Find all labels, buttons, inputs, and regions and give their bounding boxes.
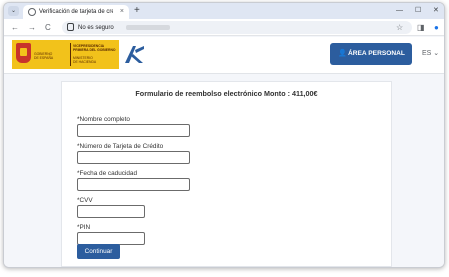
profile-icon[interactable]: ● bbox=[434, 23, 439, 32]
card-number-input[interactable] bbox=[77, 151, 190, 164]
reload-button[interactable]: C bbox=[45, 23, 51, 32]
gobierno-de-espana-logo[interactable]: GOBIERNO DE ESPAÑA VICEPRESIDENCIA PRIME… bbox=[12, 40, 119, 69]
tab-strip: ⌄ Verificación de tarjeta de crédit × + … bbox=[4, 3, 444, 19]
coat-of-arms-icon bbox=[16, 43, 31, 63]
url-text-redacted[interactable] bbox=[126, 25, 170, 30]
agencia-tributaria-logo[interactable] bbox=[123, 44, 145, 64]
logo-divider bbox=[70, 43, 71, 66]
continue-button[interactable]: Continuar bbox=[77, 244, 120, 259]
globe-icon bbox=[28, 8, 36, 16]
form-title: Formulario de reembolso electrónico Mont… bbox=[135, 89, 318, 98]
cvv-input[interactable] bbox=[77, 205, 145, 218]
browser-window: ⌄ Verificación de tarjeta de crédit × + … bbox=[3, 2, 445, 268]
close-window-button[interactable]: ✕ bbox=[433, 6, 439, 15]
maximize-button[interactable]: ☐ bbox=[415, 6, 421, 15]
pin-label: *PIN bbox=[77, 224, 91, 231]
card-number-label: *Número de Tarjeta de Crédito bbox=[77, 143, 164, 150]
new-tab-button[interactable]: + bbox=[134, 5, 140, 16]
side-panel-icon[interactable]: ◨ bbox=[417, 23, 425, 32]
minimize-button[interactable]: — bbox=[396, 6, 403, 15]
refund-form: Formulario de reembolso electrónico Mont… bbox=[61, 81, 392, 267]
cvv-label: *CVV bbox=[77, 197, 93, 204]
gov-logo-line-2: PRIMERA DEL GOBIERNO bbox=[73, 48, 116, 52]
tab-title: Verificación de tarjeta de crédit bbox=[39, 9, 113, 15]
gov-logo-left-2: DE ESPAÑA bbox=[34, 56, 54, 60]
not-secure-icon[interactable] bbox=[67, 23, 74, 31]
bookmark-star-icon[interactable]: ☆ bbox=[396, 23, 403, 32]
browser-toolbar: ← → C No es seguro ☆ ◨ ● bbox=[4, 19, 444, 36]
tab-search-button[interactable]: ⌄ bbox=[8, 6, 19, 16]
page-content: Formulario de reembolso electrónico Mont… bbox=[4, 75, 444, 267]
full-name-input[interactable] bbox=[77, 124, 190, 137]
expiry-date-input[interactable] bbox=[77, 178, 190, 191]
site-header: GOBIERNO DE ESPAÑA VICEPRESIDENCIA PRIME… bbox=[4, 37, 444, 74]
language-selector[interactable]: ES ⌄ bbox=[422, 49, 439, 58]
browser-tab[interactable]: Verificación de tarjeta de crédit × bbox=[23, 5, 129, 19]
area-personal-button[interactable]: 👤 ÁREA PERSONAL bbox=[330, 43, 412, 65]
security-label[interactable]: No es seguro bbox=[78, 24, 114, 32]
user-icon: 👤 bbox=[338, 50, 347, 57]
gov-logo-line-4: DE HACIENDA bbox=[73, 60, 97, 64]
back-button[interactable]: ← bbox=[11, 23, 19, 32]
address-bar[interactable]: No es seguro bbox=[62, 21, 412, 34]
forward-button[interactable]: → bbox=[28, 23, 36, 32]
full-name-label: *Nombre completo bbox=[77, 116, 130, 123]
area-personal-label: ÁREA PERSONAL bbox=[348, 50, 405, 57]
expiry-date-label: *Fecha de caducidad bbox=[77, 170, 138, 177]
close-tab-icon[interactable]: × bbox=[120, 7, 124, 17]
